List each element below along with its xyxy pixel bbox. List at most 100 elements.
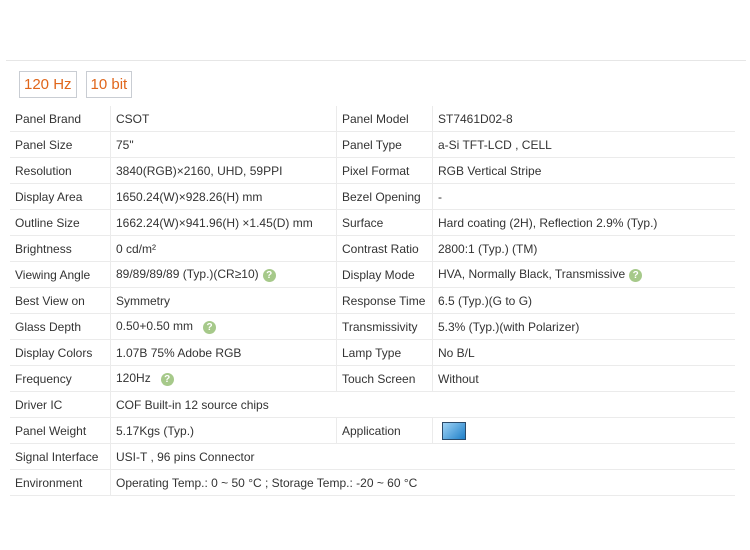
spec-l: Outline Size: [10, 209, 111, 236]
spec-text: Driver IC: [15, 397, 63, 412]
spec-text: No B/L: [438, 345, 475, 360]
spec-text: Bezel Opening: [342, 189, 421, 204]
table-row: Resolution 3840(RGB)×2160, UHD, 59PPI Pixe…: [10, 157, 735, 184]
spec-v: Symmetry: [110, 287, 337, 314]
help-icon[interactable]: ?: [160, 372, 174, 386]
spec-l: Brightness: [10, 235, 111, 262]
spec-text: 1.07B 75% Adobe RGB: [116, 345, 242, 360]
spec-l: Panel Size: [10, 131, 111, 158]
table-row: Panel Size 75" Panel Type a-Si TFT-LCD , CE…: [10, 131, 735, 158]
help-icon[interactable]: ?: [203, 320, 217, 334]
spec-text: Application: [342, 423, 401, 438]
spec-v2: 6.5 (Typ.)(G to G): [432, 287, 735, 314]
spec-v: 5.17Kgs (Typ.): [110, 417, 337, 444]
divider: [6, 60, 746, 61]
spec-l2: Display Mode: [336, 261, 433, 288]
spec-l: Display Area: [10, 183, 111, 210]
spec-v2: Without: [432, 365, 735, 392]
spec-v2: RGB Vertical Stripe: [432, 157, 735, 184]
spec-text: Panel Size: [15, 137, 73, 152]
spec-l2: Application: [336, 417, 433, 444]
spec-l2: Touch Screen: [336, 365, 433, 392]
table-row: Signal Interface USI-T , 96 pins Connecto…: [10, 443, 735, 470]
help-icon[interactable]: ?: [629, 268, 643, 282]
spec-v: CSOT: [110, 106, 337, 132]
spec-text: 3840(RGB)×2160, UHD, 59PPI: [116, 163, 283, 178]
spec-v2: 2800:1 (Typ.) (TM): [432, 235, 735, 262]
spec-v: Operating Temp.: 0 ~ 50 °C ; Storage Tem…: [110, 469, 735, 496]
spec-l2: Bezel Opening: [336, 183, 433, 210]
spec-text: Surface: [342, 215, 384, 230]
spec-v2: No B/L: [432, 339, 735, 366]
spec-text: 120Hz: [116, 371, 151, 386]
spec-text: Display Mode: [342, 267, 415, 282]
spec-text: USI-T , 96 pins Connector: [116, 449, 255, 464]
table-row: Outline Size 1662.24(W)×941.96(H) ×1.45(D…: [10, 209, 735, 236]
spec-v: USI-T , 96 pins Connector: [110, 443, 735, 470]
spec-text: -: [438, 189, 442, 204]
table-row: Environment Operating Temp.: 0 ~ 50 °C ; …: [10, 469, 735, 496]
spec-l2: Contrast Ratio: [336, 235, 433, 262]
table-row: Display Area 1650.24(W)×928.26(H) mm Bezel…: [10, 183, 735, 210]
spec-text: Touch Screen: [342, 371, 416, 386]
spec-text: Best View on: [15, 293, 85, 308]
feature-tags: 120 Hz 10 bit: [19, 71, 133, 98]
spec-l2: Surface: [336, 209, 433, 236]
spec-l2: Panel Model: [336, 106, 433, 132]
table-row: Panel Weight 5.17Kgs (Typ.) Application: [10, 417, 735, 444]
table-row: Viewing Angle 89/89/89/89 (Typ.)(CR≥10)? D…: [10, 261, 735, 288]
spec-v2: ST7461D02-8: [432, 106, 735, 132]
spec-l: Display Colors: [10, 339, 111, 366]
spec-v2: Hard coating (2H), Reflection 2.9% (Typ.…: [432, 209, 735, 236]
tv-icon: [442, 421, 466, 440]
spec-v: 0.50+0.50 mm?: [110, 313, 337, 340]
spec-text: 1662.24(W)×941.96(H) ×1.45(D) mm: [116, 215, 313, 230]
tag-bit-depth: 10 bit: [85, 71, 133, 98]
spec-l: Glass Depth: [10, 313, 111, 340]
spec-l2: Pixel Format: [336, 157, 433, 184]
spec-text: 2800:1 (Typ.) (TM): [438, 241, 538, 256]
spec-text: Brightness: [15, 241, 72, 256]
spec-text: Glass Depth: [15, 319, 82, 334]
spec-text: Lamp Type: [342, 345, 402, 360]
spec-text: Signal Interface: [15, 449, 99, 464]
spec-text: Response Time: [342, 293, 426, 308]
spec-text: Without: [438, 371, 479, 386]
spec-v: 1662.24(W)×941.96(H) ×1.45(D) mm: [110, 209, 337, 236]
spec-text: 0.50+0.50 mm: [116, 319, 194, 334]
spec-v2: HVA, Normally Black, Transmissive?: [432, 261, 735, 288]
spec-text: Symmetry: [116, 293, 170, 308]
spec-text: Environment: [15, 475, 83, 490]
spec-text: 75": [116, 137, 134, 152]
spec-text: Display Area: [15, 189, 83, 204]
table-row: Panel Brand CSOT Panel Model ST7461D02-8: [10, 106, 735, 132]
spec-l: Resolution: [10, 157, 111, 184]
spec-text: 1650.24(W)×928.26(H) mm: [116, 189, 263, 204]
spec-text: Display Colors: [15, 345, 93, 360]
spec-l: Panel Weight: [10, 417, 111, 444]
help-icon[interactable]: ?: [262, 268, 276, 282]
spec-text: HVA, Normally Black, Transmissive: [438, 267, 626, 282]
spec-l2: Response Time: [336, 287, 433, 314]
spec-l2: Panel Type: [336, 131, 433, 158]
spec-text: 5.3% (Typ.)(with Polarizer): [438, 319, 580, 334]
spec-text: Outline Size: [15, 215, 80, 230]
table-row: Brightness 0 cd/m² Contrast Ratio 2800:1 (T…: [10, 235, 735, 262]
table-row: Driver IC COF Built-in 12 source chips: [10, 391, 735, 418]
spec-l: Frequency: [10, 365, 111, 392]
spec-l2: Lamp Type: [336, 339, 433, 366]
spec-text: 6.5 (Typ.)(G to G): [438, 293, 533, 308]
spec-l2: Transmissivity: [336, 313, 433, 340]
spec-text: CSOT: [116, 111, 150, 126]
spec-text: Contrast Ratio: [342, 241, 419, 256]
spec-text: Hard coating (2H), Reflection 2.9% (Typ.…: [438, 215, 658, 230]
spec-text: Transmissivity: [342, 319, 418, 334]
spec-text: Panel Weight: [15, 423, 87, 438]
tag-refresh-rate: 120 Hz: [19, 71, 77, 98]
spec-v: COF Built-in 12 source chips: [110, 391, 735, 418]
spec-v: 1.07B 75% Adobe RGB: [110, 339, 337, 366]
spec-text: Panel Brand: [15, 111, 82, 126]
spec-text: 89/89/89/89 (Typ.)(CR≥10): [116, 267, 259, 282]
spec-table: Panel Brand CSOT Panel Model ST7461D02-8 Pan…: [10, 106, 735, 496]
spec-text: Resolution: [15, 163, 72, 178]
